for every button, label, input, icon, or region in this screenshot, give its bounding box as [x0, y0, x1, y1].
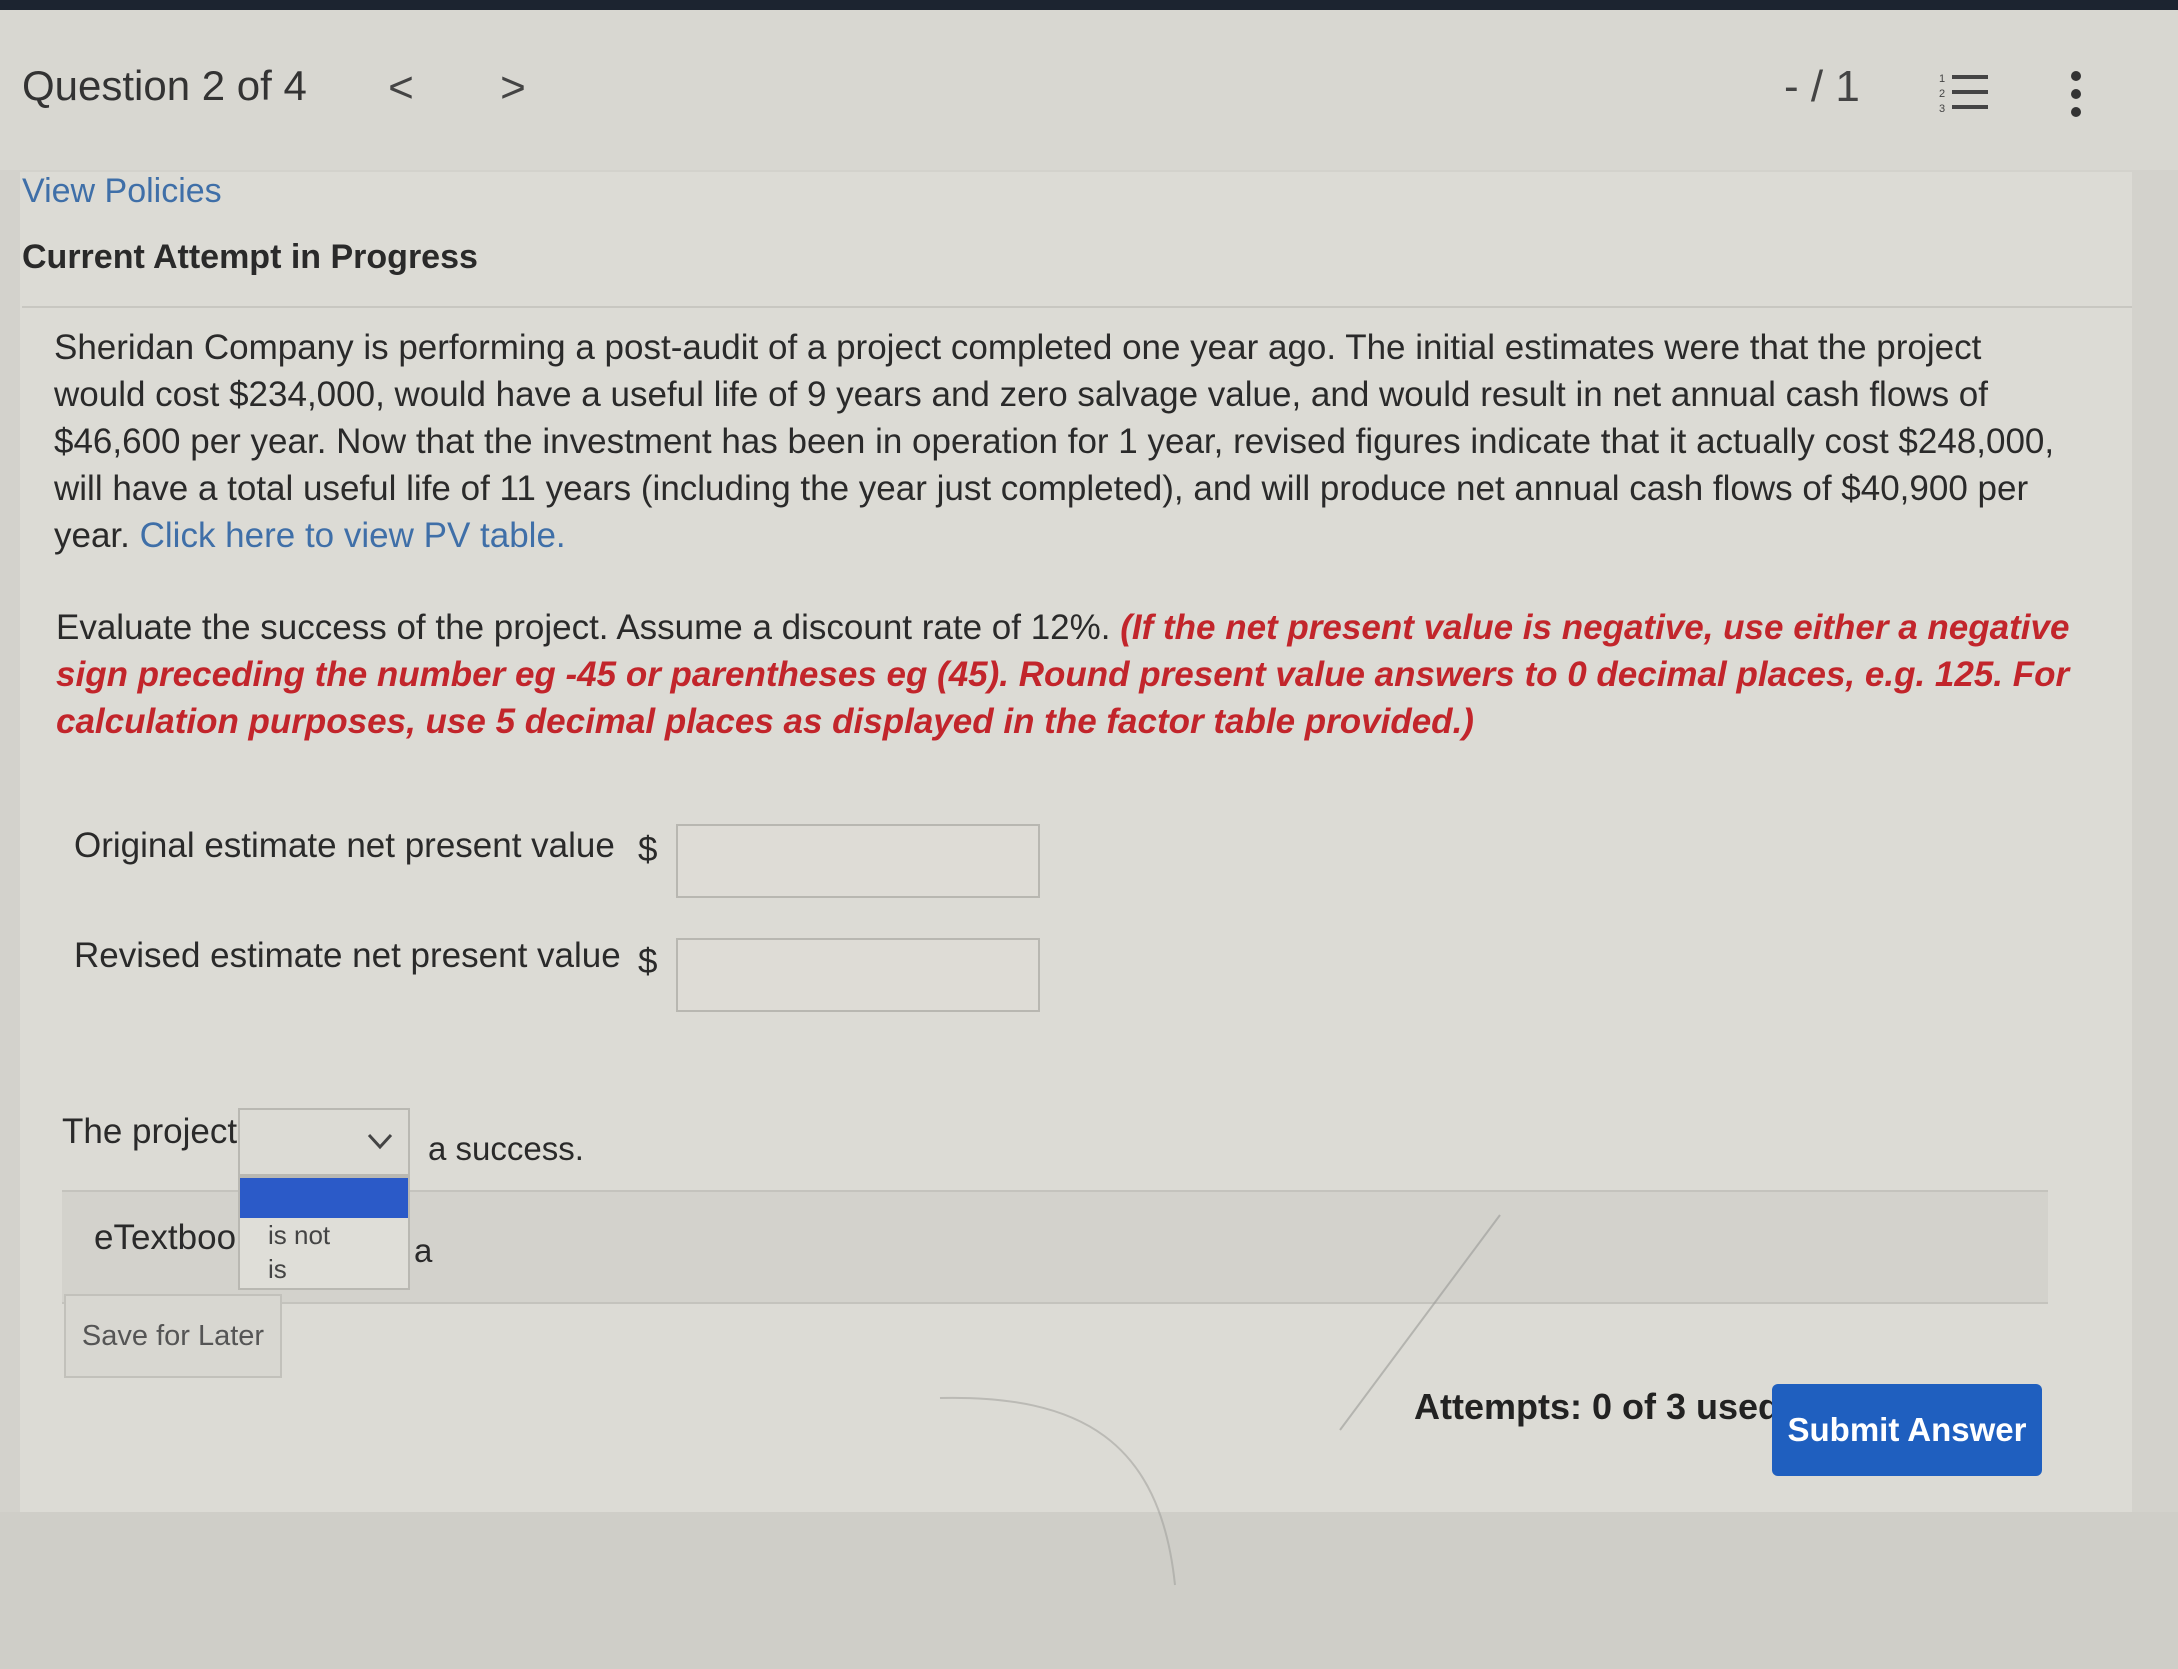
screen-glare-decoration	[939, 1214, 1501, 1586]
